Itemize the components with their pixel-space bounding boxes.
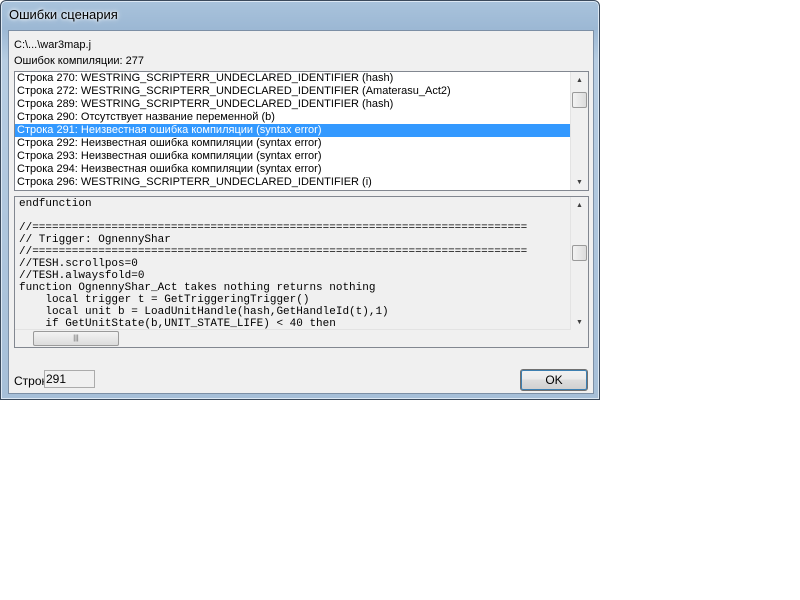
- line-number-label: Строк: [14, 374, 47, 388]
- code-scroll-thumb-horizontal[interactable]: |||: [33, 331, 119, 346]
- code-line: //TESH.scrollpos=0: [19, 258, 138, 270]
- code-line: endfunction: [19, 198, 92, 210]
- code-lines: endfunction //===========================…: [15, 198, 571, 330]
- script-errors-window: Ошибки сценария C:\...\war3map.j Ошибок …: [0, 0, 600, 400]
- error-list-items: Строка 270: WESTRING_SCRIPTERR_UNDECLARE…: [15, 72, 571, 189]
- title-bar[interactable]: Ошибки сценария: [1, 1, 599, 29]
- scrollbar-corner: [571, 330, 588, 347]
- code-line: //======================================…: [19, 222, 528, 234]
- error-list-item[interactable]: Строка 272: WESTRING_SCRIPTERR_UNDECLARE…: [15, 85, 571, 98]
- code-line: function OgnennyShar_Act takes nothing r…: [19, 282, 376, 294]
- code-line: local trigger t = GetTriggeringTrigger(): [19, 294, 310, 306]
- window-title: Ошибки сценария: [9, 7, 118, 22]
- error-list-item[interactable]: Строка 290: Отсутствует название перемен…: [15, 111, 571, 124]
- error-list-item[interactable]: Строка 270: WESTRING_SCRIPTERR_UNDECLARE…: [15, 72, 571, 85]
- error-list-vscrollbar[interactable]: ▲ ▼: [570, 72, 588, 190]
- code-scroll-thumb-vertical[interactable]: [572, 245, 587, 261]
- error-list-item[interactable]: Строка 296: WESTRING_SCRIPTERR_UNDECLARE…: [15, 176, 571, 189]
- code-vscrollbar[interactable]: ▲ ▼: [570, 197, 588, 330]
- error-list-item[interactable]: Строка 293: Неизвестная ошибка компиляци…: [15, 150, 571, 163]
- error-list-item[interactable]: Строка 289: WESTRING_SCRIPTERR_UNDECLARE…: [15, 98, 571, 111]
- scroll-down-icon[interactable]: ▼: [571, 314, 588, 330]
- line-number-field[interactable]: 291: [44, 370, 95, 388]
- code-line: local unit b = LoadUnitHandle(hash,GetHa…: [19, 306, 389, 318]
- error-count-label: Ошибок компиляции: 277: [14, 55, 144, 67]
- error-list[interactable]: Строка 270: WESTRING_SCRIPTERR_UNDECLARE…: [14, 71, 589, 191]
- code-line: //TESH.alwaysfold=0: [19, 270, 145, 282]
- dialog-client-area: C:\...\war3map.j Ошибок компиляции: 277 …: [8, 30, 594, 394]
- scroll-up-icon[interactable]: ▲: [571, 72, 588, 88]
- error-list-item[interactable]: Строка 291: Неизвестная ошибка компиляци…: [15, 124, 571, 137]
- code-line: //======================================…: [19, 246, 528, 258]
- file-path-label: C:\...\war3map.j: [14, 39, 92, 51]
- scroll-up-icon[interactable]: ▲: [571, 197, 588, 213]
- code-line: // Trigger: OgnennyShar: [19, 234, 171, 246]
- error-list-item[interactable]: Строка 292: Неизвестная ошибка компиляци…: [15, 137, 571, 150]
- code-view[interactable]: endfunction //===========================…: [14, 196, 589, 348]
- scroll-down-icon[interactable]: ▼: [571, 174, 588, 190]
- error-list-scroll-thumb[interactable]: [572, 92, 587, 108]
- ok-button[interactable]: OK: [520, 369, 588, 391]
- error-list-item[interactable]: Строка 294: Неизвестная ошибка компиляци…: [15, 163, 571, 176]
- code-hscrollbar[interactable]: |||: [15, 329, 571, 347]
